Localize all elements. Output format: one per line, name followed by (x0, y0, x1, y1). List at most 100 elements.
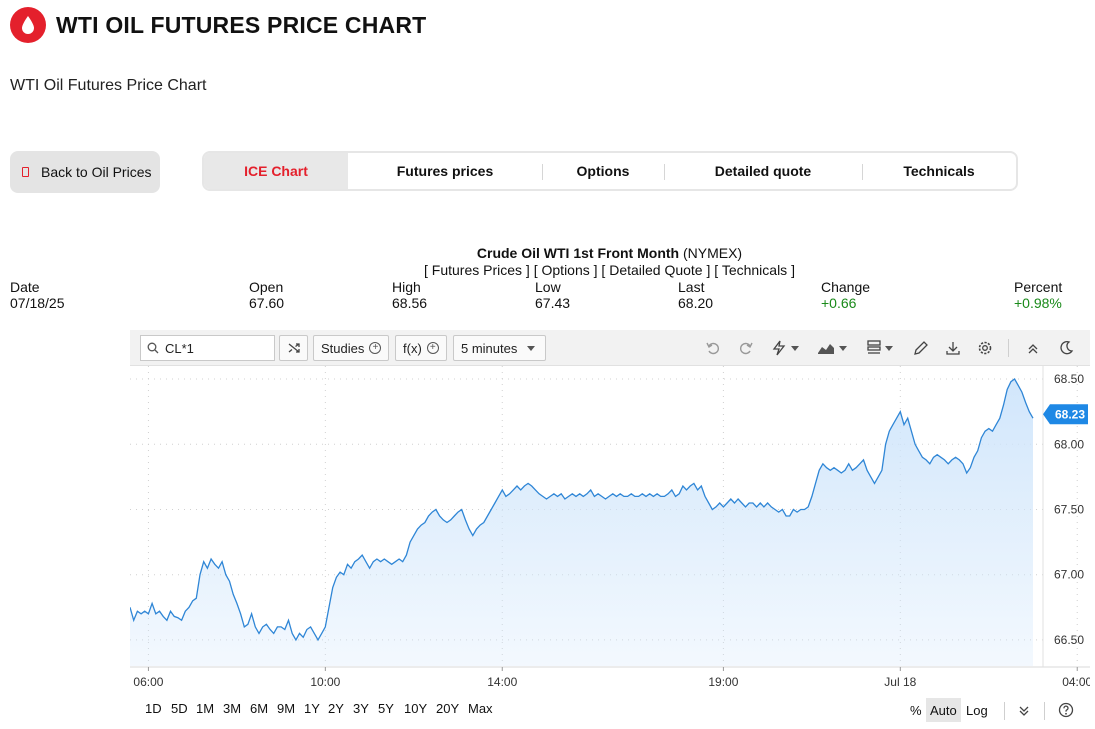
stat-value: +0.98% (1014, 295, 1062, 311)
interval-select[interactable]: 5 minutes (453, 335, 546, 361)
price-chart[interactable]: 66.50 67.00 67.50 68.00 68.50 06:00 10:00 14:00… (130, 366, 1090, 696)
chevron-down-icon (885, 345, 893, 351)
quote-links: [ Futures Prices ] [ Options ] [ Detaile… (424, 262, 795, 278)
range-button-6m[interactable]: 6M (250, 701, 268, 716)
undo-icon[interactable] (705, 339, 721, 357)
layout-icon[interactable] (867, 339, 893, 357)
interval-label: 5 minutes (461, 340, 518, 356)
stat-label: Date (10, 279, 40, 295)
range-button-9m[interactable]: 9M (277, 701, 295, 716)
x-tick-label: Jul 18 (884, 675, 916, 689)
range-button-5y[interactable]: 5Y (378, 701, 394, 716)
chevrons-down-icon[interactable] (1017, 702, 1031, 720)
range-button-3y[interactable]: 3Y (353, 701, 369, 716)
redo-icon[interactable] (738, 339, 754, 357)
stat-percent: Percent +0.98% (1014, 279, 1062, 311)
stat-label: High (392, 279, 421, 295)
back-button-label: Back to Oil Prices (41, 164, 152, 180)
quote-title: Crude Oil WTI 1st Front Month (NYMEX) (0, 245, 1095, 261)
toolbar-divider (1044, 702, 1045, 720)
stat-value: 67.60 (249, 295, 285, 311)
link-technicals[interactable]: Technicals (722, 262, 787, 278)
stat-value: 68.20 (678, 295, 714, 311)
studies-label: Studies (321, 340, 365, 356)
tab-ice-chart[interactable]: ICE Chart (204, 153, 348, 189)
tab-options[interactable]: Options (542, 153, 664, 189)
chart-toolbar: Studies + f(x) + 5 minutes (130, 330, 1090, 366)
auto-scale-button[interactable]: Auto (926, 698, 961, 722)
x-tick-label: 06:00 (133, 675, 163, 689)
stat-label: Percent (1014, 279, 1063, 295)
chevron-down-icon (527, 345, 536, 351)
oil-drop-icon (10, 7, 46, 43)
range-button-2y[interactable]: 2Y (328, 701, 344, 716)
lightning-icon[interactable] (771, 339, 799, 357)
exchange-name: (NYMEX) (682, 245, 743, 261)
tab-detailed-quote[interactable]: Detailed quote (664, 153, 862, 189)
stat-value: +0.66 (821, 295, 857, 311)
fx-button[interactable]: f(x) + (395, 335, 447, 361)
x-tick-label: 04:00 (1062, 675, 1090, 689)
range-button-3m[interactable]: 3M (223, 701, 241, 716)
tab-label: ICE Chart (244, 163, 308, 179)
range-button-1m[interactable]: 1M (196, 701, 214, 716)
chart-style-icon[interactable] (817, 339, 847, 357)
symbol-input[interactable] (165, 340, 265, 356)
toolbar-divider (1004, 702, 1005, 720)
page-subtitle: WTI Oil Futures Price Chart (10, 77, 207, 94)
stat-open: Open 67.60 (249, 279, 284, 311)
stat-low: Low 67.43 (535, 279, 570, 311)
link-detailed-quote[interactable]: Detailed Quote (609, 262, 702, 278)
download-icon[interactable] (945, 339, 961, 357)
tab-bar: ICE Chart Futures prices Options Detaile… (202, 151, 1018, 191)
gear-icon[interactable] (977, 339, 993, 357)
help-icon[interactable] (1058, 701, 1074, 719)
plus-circle-icon: + (426, 342, 439, 354)
y-tick-label: 67.00 (1054, 568, 1084, 582)
y-tick-label: 67.50 (1054, 502, 1084, 516)
pencil-icon[interactable] (913, 339, 929, 357)
page-title: WTI OIL FUTURES PRICE CHART (56, 11, 427, 38)
tab-label: Technicals (903, 163, 975, 179)
compare-button[interactable] (279, 335, 308, 361)
back-to-oil-prices-button[interactable]: Back to Oil Prices (10, 151, 160, 193)
tab-technicals[interactable]: Technicals (862, 153, 1016, 189)
fx-label: f(x) (403, 340, 422, 356)
stat-label: Low (535, 279, 561, 295)
last-price-label: 68.23 (1055, 407, 1085, 421)
range-button-10y[interactable]: 10Y (404, 701, 427, 716)
stat-label: Open (249, 279, 284, 295)
y-tick-label: 66.50 (1054, 633, 1084, 647)
link-options[interactable]: Options (542, 262, 590, 278)
stat-high: High 68.56 (392, 279, 427, 311)
range-button-max[interactable]: Max (468, 701, 493, 716)
y-tick-label: 68.00 (1054, 437, 1084, 451)
dark-mode-icon[interactable] (1058, 339, 1074, 357)
plus-circle-icon: + (369, 342, 382, 354)
stat-date: Date 07/18/25 (10, 279, 65, 311)
tab-label: Futures prices (396, 163, 494, 179)
y-tick-label: 68.50 (1054, 372, 1084, 386)
stat-value: 67.43 (535, 295, 571, 311)
x-tick-label: 10:00 (310, 675, 340, 689)
range-button-1d[interactable]: 1D (145, 701, 162, 716)
log-scale-button[interactable]: Log (962, 698, 992, 722)
tab-futures-prices[interactable]: Futures prices (348, 153, 542, 189)
collapse-icon[interactable] (1026, 339, 1040, 357)
chevron-down-icon (791, 345, 799, 351)
instrument-name: Crude Oil WTI 1st Front Month (476, 245, 680, 261)
range-button-1y[interactable]: 1Y (304, 701, 320, 716)
studies-button[interactable]: Studies + (313, 335, 390, 361)
stat-label: Change (821, 279, 871, 295)
stat-value: 68.56 (392, 295, 428, 311)
tab-label: Detailed quote (714, 163, 812, 179)
stat-label: Last (678, 279, 705, 295)
range-button-20y[interactable]: 20Y (436, 701, 459, 716)
x-tick-label: 19:00 (708, 675, 738, 689)
stat-last: Last 68.20 (678, 279, 713, 311)
link-futures-prices[interactable]: Futures Prices (432, 262, 522, 278)
percent-scale-button[interactable]: % (906, 698, 926, 722)
stat-value: 07/18/25 (10, 295, 65, 311)
range-button-5d[interactable]: 5D (171, 701, 188, 716)
stat-change: Change +0.66 (821, 279, 870, 311)
